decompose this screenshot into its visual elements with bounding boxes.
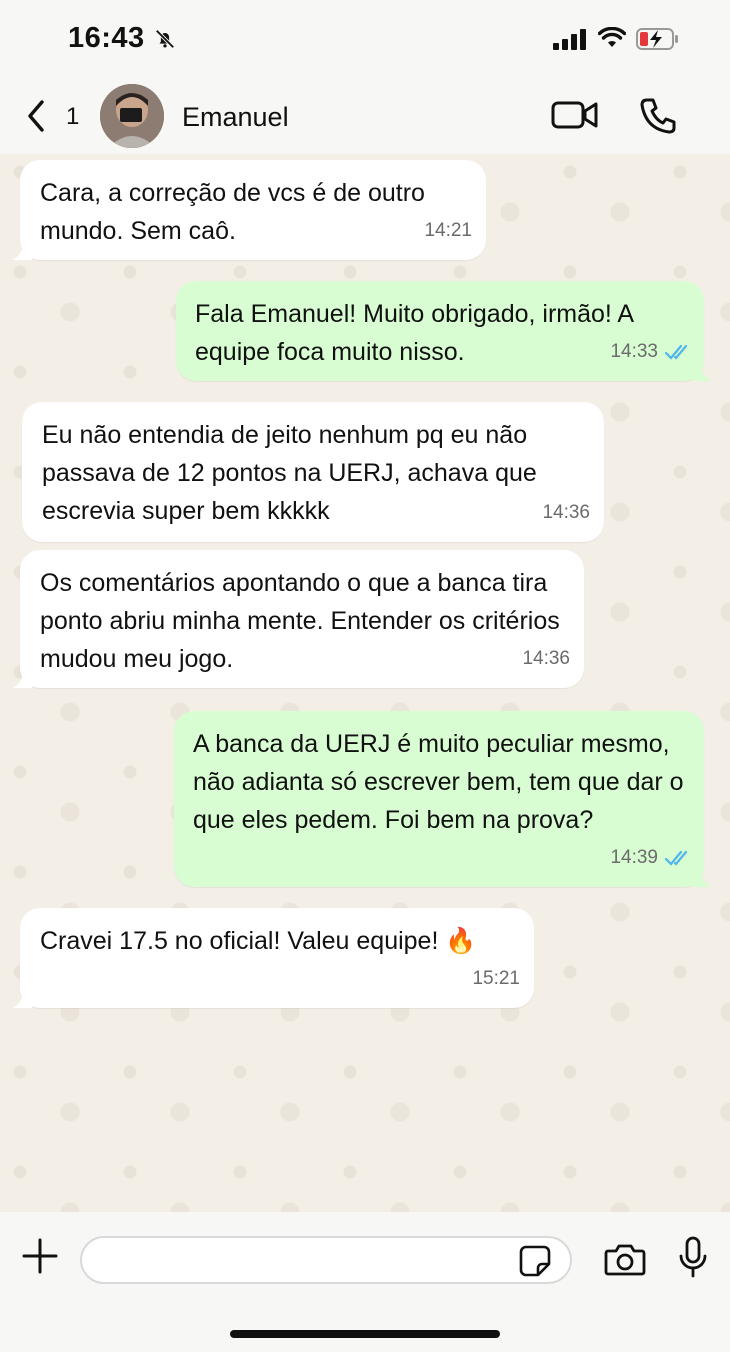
chat-header: 1 Emanuel [0, 78, 730, 154]
voice-call-icon[interactable] [638, 96, 678, 136]
status-bar: 16:43 [0, 0, 730, 78]
camera-icon[interactable] [604, 1242, 646, 1276]
message-time: 15:21 [472, 968, 520, 989]
message-bubble-outgoing[interactable]: Fala Emanuel! Muito obrigado, irmão! A e… [176, 281, 712, 381]
silent-bell-icon [155, 29, 175, 49]
message-text: Fala Emanuel! Muito obrigado, irmão! A e… [195, 300, 633, 366]
home-indicator[interactable] [230, 1330, 500, 1338]
contact-avatar[interactable] [100, 84, 164, 148]
status-time: 16:43 [68, 22, 145, 54]
microphone-icon[interactable] [678, 1236, 708, 1278]
message-bubble-incoming[interactable]: Cara, a correção de vcs é de outro mundo… [12, 160, 486, 260]
bubble-tail [12, 670, 32, 688]
message-time: 14:33 [610, 341, 658, 362]
message-text: Cara, a correção de vcs é de outro mundo… [40, 179, 425, 245]
message-bubble-incoming[interactable]: Os comentários apontando o que a banca t… [12, 550, 584, 688]
read-ticks-icon [664, 344, 688, 360]
contact-name[interactable]: Emanuel [182, 102, 289, 133]
composer-bar [0, 1212, 730, 1352]
message-text: Cravei 17.5 no oficial! Valeu equipe! 🔥 [40, 927, 477, 955]
message-input[interactable] [80, 1236, 572, 1284]
message-bubble-incoming[interactable]: Eu não entendia de jeito nenhum pq eu nã… [22, 402, 604, 542]
message-time: 14:36 [522, 648, 570, 669]
sticker-icon[interactable] [518, 1244, 552, 1278]
message-time: 14:36 [542, 502, 590, 523]
message-text: A banca da UERJ é muito peculiar mesmo, … [193, 730, 684, 834]
plus-icon[interactable] [22, 1238, 58, 1274]
bubble-tail [692, 869, 712, 887]
bubble-tail [12, 242, 32, 260]
battery-charging-icon [636, 28, 678, 50]
bubble-tail [12, 990, 32, 1008]
message-time: 14:21 [424, 220, 472, 241]
bubble-tail [692, 363, 712, 381]
message-time: 14:39 [610, 847, 658, 868]
message-text: Eu não entendia de jeito nenhum pq eu nã… [42, 421, 537, 525]
wifi-icon [598, 27, 626, 47]
message-text: Os comentários apontando o que a banca t… [40, 569, 560, 673]
read-ticks-icon [664, 850, 688, 866]
message-bubble-outgoing[interactable]: A banca da UERJ é muito peculiar mesmo, … [174, 711, 712, 887]
video-call-icon[interactable] [550, 98, 600, 132]
unread-count[interactable]: 1 [66, 103, 79, 131]
cellular-signal-icon [553, 29, 586, 50]
message-bubble-incoming[interactable]: Cravei 17.5 no oficial! Valeu equipe! 🔥 … [12, 908, 534, 1008]
back-chevron-icon[interactable] [22, 98, 52, 134]
